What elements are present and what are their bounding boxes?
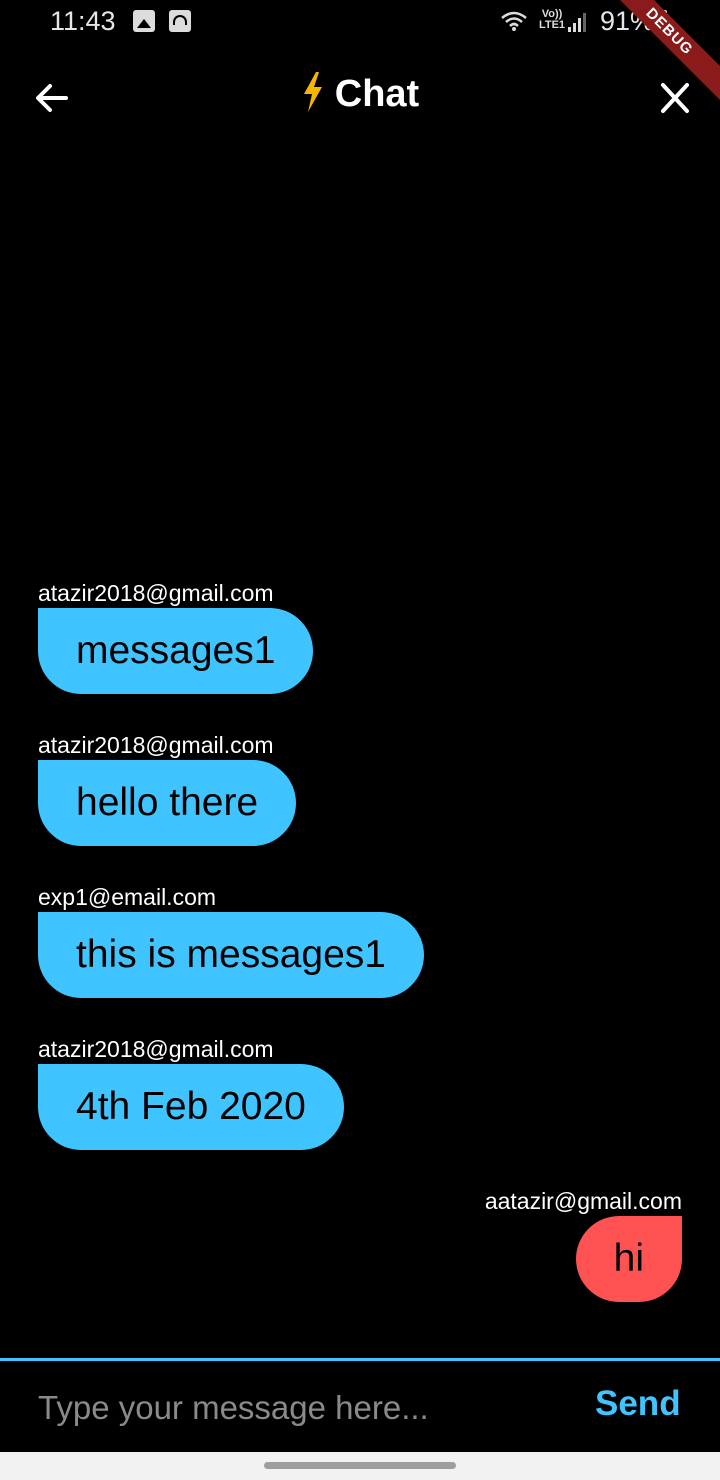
message-sender: atazir2018@gmail.com — [38, 1036, 274, 1062]
message-bubble: 4th Feb 2020 — [38, 1064, 344, 1150]
page-title: Chat — [334, 73, 420, 115]
input-divider — [0, 1358, 720, 1361]
close-button[interactable] — [656, 80, 694, 116]
lightning-bolt-icon — [303, 72, 322, 112]
wifi-notification-icon — [169, 10, 191, 32]
message-bubble: hello there — [38, 760, 297, 846]
back-button[interactable] — [30, 80, 76, 116]
message-bubble: this is messages1 — [38, 912, 424, 998]
message-sender: exp1@email.com — [38, 884, 217, 910]
signal-strength-icon — [568, 12, 588, 32]
message-bubble: messages1 — [38, 608, 314, 694]
message-sender: atazir2018@gmail.com — [38, 580, 274, 606]
app-bar-title-container: Chat — [0, 72, 720, 116]
message-input[interactable] — [38, 1386, 558, 1430]
home-indicator[interactable] — [264, 1462, 456, 1469]
image-notification-icon — [133, 10, 155, 32]
status-time: 11:43 — [50, 6, 116, 36]
message-sender: atazir2018@gmail.com — [38, 732, 274, 758]
message-bubble-own: hi — [575, 1216, 682, 1302]
message-sender: aatazir@gmail.com — [484, 1188, 682, 1214]
send-button[interactable]: Send — [595, 1384, 681, 1424]
wifi-icon — [501, 11, 527, 31]
network-type-label: Vo)) LTE1 — [538, 8, 566, 31]
